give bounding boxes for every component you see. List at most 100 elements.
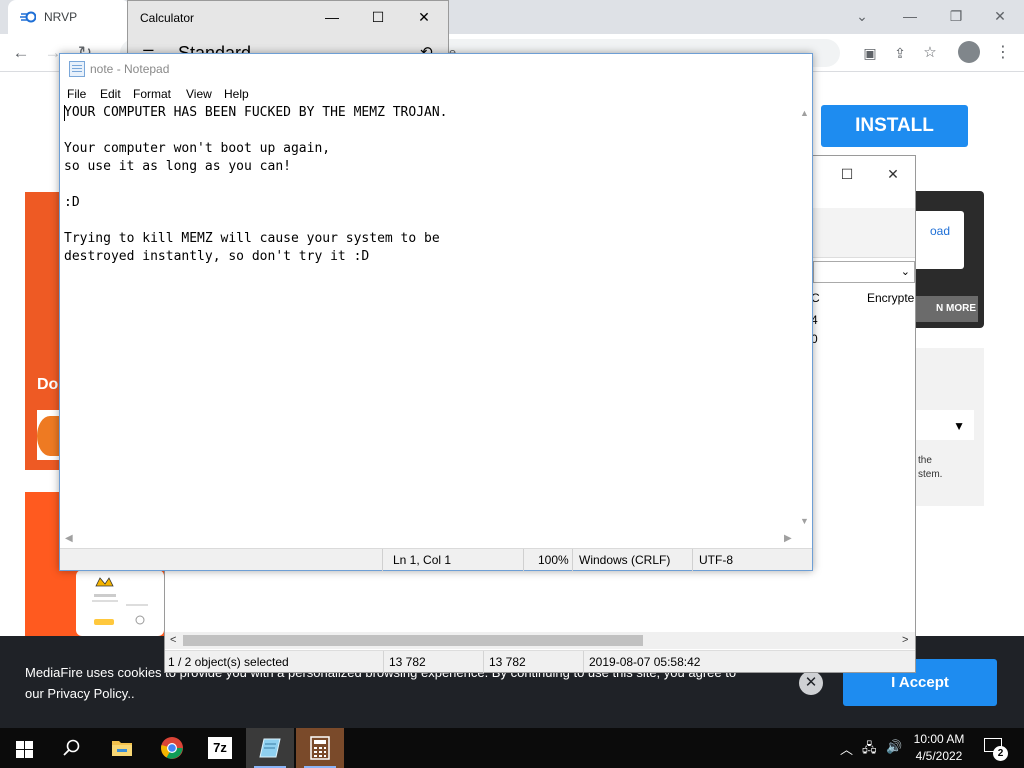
tab-search-button[interactable]: ⌄: [842, 4, 882, 28]
taskbar-chrome[interactable]: [148, 728, 196, 768]
notepad-window[interactable]: note - Notepad File Edit Format View Hel…: [59, 53, 813, 571]
maximize-icon: ☐: [371, 9, 385, 25]
volume-button[interactable]: 🔊: [886, 739, 902, 755]
chevron-down-icon: ⌄: [856, 8, 868, 24]
archive-horizontal-scrollbar[interactable]: < >: [165, 632, 915, 649]
close-icon: ✕: [887, 166, 899, 182]
calculator-maximize-button[interactable]: ☐: [358, 5, 398, 29]
taskbar-file-explorer[interactable]: [98, 728, 146, 768]
left-banner-text: Do: [37, 376, 59, 393]
search-button[interactable]: [48, 728, 96, 768]
notepad-horizontal-scrollbar[interactable]: ◀ ▶: [60, 530, 812, 548]
speaker-icon: 🔊: [886, 739, 903, 754]
menu-file[interactable]: File: [67, 87, 86, 101]
calculator-close-button[interactable]: ✕: [404, 5, 444, 29]
action-center-button[interactable]: 2: [984, 738, 1008, 761]
archive-statusbar: 1 / 2 object(s) selected 13 782 13 782 2…: [165, 650, 915, 673]
scroll-right-icon[interactable]: >: [902, 632, 908, 649]
scroll-left-icon[interactable]: ◀: [65, 533, 73, 544]
browser-minimize-button[interactable]: —: [890, 4, 930, 28]
status-cursor-position: Ln 1, Col 1: [393, 553, 452, 567]
status-modified: 2019-08-07 05:58:42: [589, 655, 701, 669]
menu-view[interactable]: View: [186, 87, 212, 101]
menu-edit[interactable]: Edit: [100, 87, 121, 101]
status-encoding: UTF-8: [699, 553, 733, 567]
taskbar-notepad[interactable]: [246, 728, 294, 768]
maximize-icon: ☐: [840, 166, 854, 182]
browser-close-button[interactable]: ✕: [980, 4, 1020, 28]
calculator-title: Calculator: [140, 11, 195, 25]
status-size: 13 782: [389, 655, 426, 669]
clock-date: 4/5/2022: [915, 749, 963, 763]
promo-text-line-1: the: [918, 455, 932, 466]
status-zoom: 100%: [538, 553, 569, 567]
restore-icon: ❐: [949, 8, 963, 24]
notepad-statusbar: Ln 1, Col 1 100% Windows (CRLF) UTF-8: [60, 548, 812, 571]
tab-nrvp[interactable]: NRVP: [8, 0, 130, 34]
status-packed-size: 13 782: [489, 655, 526, 669]
menu-format[interactable]: Format: [133, 87, 171, 101]
share-button[interactable]: ⇪: [887, 40, 913, 66]
back-arrow-icon: ←: [12, 43, 30, 62]
network-button[interactable]: 🖧: [862, 739, 877, 761]
minimize-icon: —: [903, 8, 917, 24]
notepad-vertical-scrollbar[interactable]: ▲ ▼: [796, 104, 812, 530]
caret-down-icon: ▼: [953, 419, 965, 433]
close-icon: ✕: [418, 9, 430, 25]
tab-title: NRVP: [44, 10, 78, 24]
profile-avatar[interactable]: [958, 41, 980, 63]
notepad-title: note - Notepad: [90, 62, 170, 76]
crown-icon: [92, 577, 148, 625]
learn-more-label: N MORE: [936, 303, 976, 314]
archive-scroll-thumb[interactable]: [183, 635, 643, 646]
scroll-down-icon[interactable]: ▼: [800, 516, 809, 526]
archive-maximize-button[interactable]: ☐: [827, 162, 867, 186]
chrome-menu-button[interactable]: ⋮: [990, 40, 1016, 66]
scroll-up-icon[interactable]: ▲: [800, 108, 809, 118]
kebab-menu-icon: ⋮: [995, 44, 1011, 61]
block-popup-button[interactable]: ▣: [857, 40, 883, 66]
ad-document-preview: [76, 570, 164, 636]
chevron-down-icon: ⌄: [900, 266, 910, 278]
notepad-text-area[interactable]: YOUR COMPUTER HAS BEEN FUCKED BY THE MEM…: [60, 104, 796, 530]
bookmark-button[interactable]: ☆: [917, 40, 943, 66]
scroll-left-icon[interactable]: <: [170, 632, 176, 649]
close-icon: ✕: [994, 8, 1006, 24]
notepad-titlebar[interactable]: note - Notepad: [60, 54, 812, 84]
7zip-icon: 7z: [208, 737, 232, 759]
cookie-close-button[interactable]: ✕: [799, 671, 823, 695]
network-icon: 🖧: [862, 740, 877, 755]
notepad-menubar: File Edit Format View Help: [60, 84, 812, 104]
back-button[interactable]: ←: [8, 40, 34, 66]
notification-badge: 2: [993, 746, 1008, 761]
chevron-up-icon: ︿: [840, 742, 854, 757]
menu-help[interactable]: Help: [224, 87, 249, 101]
share-icon: ⇪: [894, 45, 906, 61]
notepad-content[interactable]: YOUR COMPUTER HAS BEEN FUCKED BY THE MEM…: [64, 104, 448, 266]
close-icon: ✕: [804, 674, 818, 691]
start-button[interactable]: [0, 728, 48, 768]
text-caret: [64, 105, 65, 121]
archive-path-dropdown[interactable]: ⌄: [813, 261, 915, 283]
taskbar-clock[interactable]: 10:00 AM 4/5/2022: [906, 731, 972, 765]
taskbar-calculator[interactable]: [296, 728, 344, 768]
popup-blocked-icon: ▣: [863, 45, 877, 61]
show-hidden-icons-button[interactable]: ︿: [840, 739, 853, 758]
column-header-encrypted[interactable]: Encrypte: [867, 291, 914, 305]
clock-time: 10:00 AM: [913, 732, 965, 746]
notepad-icon: [259, 738, 281, 758]
chrome-icon: [161, 737, 183, 759]
status-selected: 1 / 2 object(s) selected: [168, 655, 289, 669]
file-explorer-icon: [112, 741, 132, 756]
scroll-right-icon[interactable]: ▶: [784, 533, 792, 544]
calculator-window[interactable]: Calculator — ☐ ✕ ☰ Standard ⟲: [127, 0, 449, 63]
install-button[interactable]: INSTALL: [821, 105, 968, 147]
browser-restore-button[interactable]: ❐: [936, 4, 976, 28]
minimize-icon: —: [325, 9, 339, 25]
promo-dropdown[interactable]: ▼: [910, 410, 974, 440]
calculator-minimize-button[interactable]: —: [312, 5, 352, 29]
taskbar-7zip[interactable]: 7z: [196, 728, 244, 768]
promo-download-link[interactable]: oad: [930, 224, 950, 238]
search-icon: [63, 739, 80, 756]
archive-close-button[interactable]: ✕: [873, 162, 913, 186]
